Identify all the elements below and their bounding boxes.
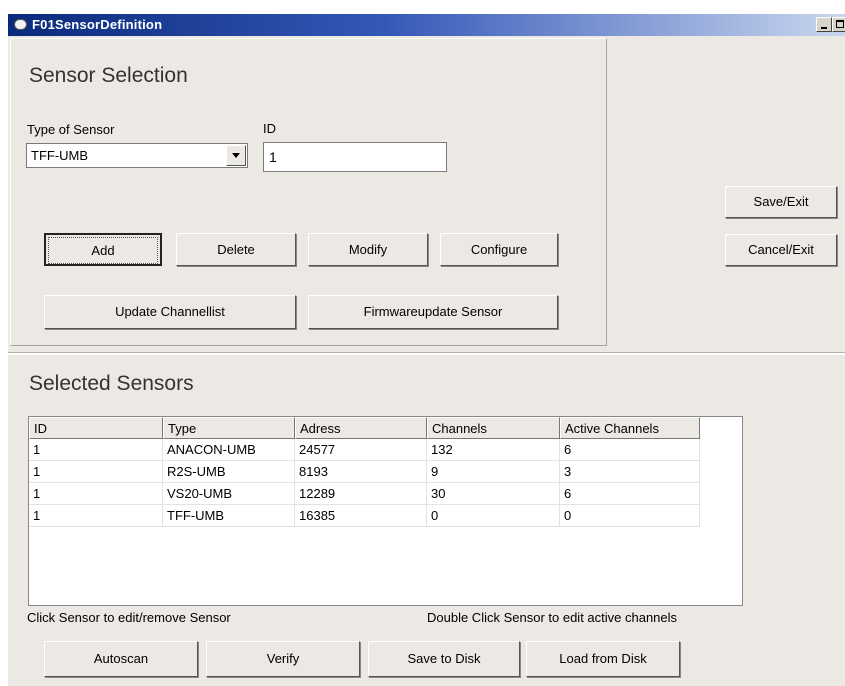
cell-type: R2S-UMB <box>163 461 295 483</box>
cell-channels: 132 <box>427 439 560 461</box>
configure-button[interactable]: Configure <box>440 233 558 266</box>
cell-type: ANACON-UMB <box>163 439 295 461</box>
cancel-exit-button[interactable]: Cancel/Exit <box>725 234 837 266</box>
column-header-id[interactable]: ID <box>29 417 163 439</box>
save-exit-label: Save/Exit <box>753 194 809 209</box>
maximize-button[interactable] <box>832 17 845 32</box>
delete-button-label: Delete <box>217 242 255 257</box>
column-header-type[interactable]: Type <box>163 417 295 439</box>
window-title: F01SensorDefinition <box>32 17 163 32</box>
cell-active-channels: 0 <box>560 505 700 527</box>
cell-channels: 30 <box>427 483 560 505</box>
type-of-sensor-label: Type of Sensor <box>27 122 115 137</box>
sensor-type-value: TFF-UMB <box>31 148 89 163</box>
cell-type: TFF-UMB <box>163 505 295 527</box>
cell-adress: 8193 <box>295 461 427 483</box>
id-label: ID <box>263 121 276 136</box>
cell-adress: 16385 <box>295 505 427 527</box>
cell-adress: 24577 <box>295 439 427 461</box>
save-exit-button[interactable]: Save/Exit <box>725 186 837 218</box>
cell-id: 1 <box>29 439 163 461</box>
minimize-icon <box>821 27 827 29</box>
cell-id: 1 <box>29 461 163 483</box>
autoscan-button[interactable]: Autoscan <box>44 641 198 677</box>
update-channellist-button[interactable]: Update Channellist <box>44 295 296 329</box>
add-button-label: Add <box>48 237 158 264</box>
modify-button[interactable]: Modify <box>308 233 428 266</box>
maximize-icon <box>836 20 844 28</box>
cell-active-channels: 6 <box>560 439 700 461</box>
sensor-id-input[interactable]: 1 <box>263 142 447 172</box>
update-channellist-label: Update Channellist <box>115 304 225 319</box>
column-header-channels[interactable]: Channels <box>427 417 560 439</box>
edit-channels-hint: Double Click Sensor to edit active chann… <box>427 610 678 625</box>
sensor-type-select[interactable]: TFF-UMB <box>26 143 248 168</box>
cell-channels: 0 <box>427 505 560 527</box>
cell-active-channels: 3 <box>560 461 700 483</box>
dropdown-button[interactable] <box>226 145 246 166</box>
configure-button-label: Configure <box>470 242 528 257</box>
modify-button-label: Modify <box>348 242 388 257</box>
cell-id: 1 <box>29 483 163 505</box>
verify-button[interactable]: Verify <box>206 641 360 677</box>
selected-sensors-title: Selected Sensors <box>29 372 194 395</box>
title-bar[interactable]: F01SensorDefinition <box>8 14 845 36</box>
column-header-active-channels[interactable]: Active Channels <box>560 417 700 439</box>
column-header-adress[interactable]: Adress <box>295 417 427 439</box>
selected-sensors-list[interactable]: ID Type Adress Channels Active Channels … <box>28 416 743 606</box>
edit-remove-hint: Click Sensor to edit/remove Sensor <box>27 610 231 625</box>
load-from-disk-label: Load from Disk <box>559 651 647 666</box>
load-from-disk-button[interactable]: Load from Disk <box>526 641 680 677</box>
autoscan-label: Autoscan <box>93 651 149 666</box>
save-to-disk-label: Save to Disk <box>407 651 481 666</box>
sensor-id-value: 1 <box>269 149 277 165</box>
minimize-button[interactable] <box>816 17 832 32</box>
sensor-definition-window: F01SensorDefinition Sensor Selection Typ… <box>8 14 845 686</box>
app-icon <box>14 19 27 30</box>
verify-label: Verify <box>266 651 300 666</box>
cell-channels: 9 <box>427 461 560 483</box>
cancel-exit-label: Cancel/Exit <box>748 242 814 257</box>
cell-adress: 12289 <box>295 483 427 505</box>
chevron-down-icon <box>232 153 240 158</box>
cell-active-channels: 6 <box>560 483 700 505</box>
delete-button[interactable]: Delete <box>176 233 296 266</box>
firmware-update-label: Firmwareupdate Sensor <box>363 304 503 319</box>
cell-type: VS20-UMB <box>163 483 295 505</box>
firmware-update-button[interactable]: Firmwareupdate Sensor <box>308 295 558 329</box>
cell-id: 1 <box>29 505 163 527</box>
save-to-disk-button[interactable]: Save to Disk <box>368 641 520 677</box>
sensor-selection-title: Sensor Selection <box>29 64 188 87</box>
add-button[interactable]: Add <box>44 233 162 266</box>
